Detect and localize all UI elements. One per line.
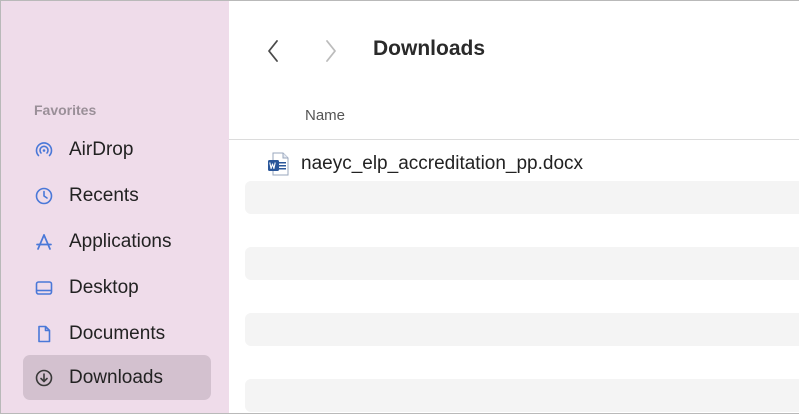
sidebar-item-label: Desktop xyxy=(69,276,139,298)
sidebar-item-applications[interactable]: Applications xyxy=(23,219,211,264)
list-stripe xyxy=(245,379,799,412)
applications-icon xyxy=(33,231,55,253)
list-stripe xyxy=(245,247,799,280)
sidebar-item-label: Downloads xyxy=(69,366,163,388)
sidebar-item-label: Documents xyxy=(69,322,166,344)
file-name: naeyc_elp_accreditation_pp.docx xyxy=(301,153,584,174)
sidebar-item-desktop[interactable]: Desktop xyxy=(23,265,211,310)
file-browser: Downloads Name naeyc_elp_accreditation_p… xyxy=(229,1,799,413)
sidebar-item-label: AirDrop xyxy=(69,138,134,160)
back-button[interactable] xyxy=(259,35,287,67)
document-icon xyxy=(33,323,55,345)
sidebar-item-documents[interactable]: Documents xyxy=(23,311,211,356)
list-stripe xyxy=(245,181,799,214)
sidebar-item-label: Recents xyxy=(69,184,139,206)
finder-window: Favorites AirDrop Recents Applications D… xyxy=(0,0,799,414)
download-icon xyxy=(33,367,55,389)
sidebar: Favorites AirDrop Recents Applications D… xyxy=(1,1,229,413)
sidebar-item-downloads[interactable]: Downloads xyxy=(23,355,211,400)
sidebar-item-recents[interactable]: Recents xyxy=(23,173,211,218)
word-document-icon xyxy=(268,152,289,176)
chevron-right-icon xyxy=(326,40,336,62)
airdrop-icon xyxy=(33,139,55,161)
header-divider xyxy=(229,139,799,140)
forward-button[interactable] xyxy=(317,35,345,67)
list-stripe xyxy=(245,313,799,346)
clock-icon xyxy=(33,185,55,207)
sidebar-item-airdrop[interactable]: AirDrop xyxy=(23,127,211,172)
chevron-left-icon xyxy=(268,40,278,62)
window-title: Downloads xyxy=(373,37,486,60)
desktop-icon xyxy=(33,277,55,299)
sidebar-item-label: Applications xyxy=(69,230,172,252)
list-item[interactable]: naeyc_elp_accreditation_pp.docx xyxy=(267,148,583,180)
column-header-name[interactable]: Name xyxy=(305,107,345,124)
sidebar-section-favorites: Favorites xyxy=(34,102,97,118)
